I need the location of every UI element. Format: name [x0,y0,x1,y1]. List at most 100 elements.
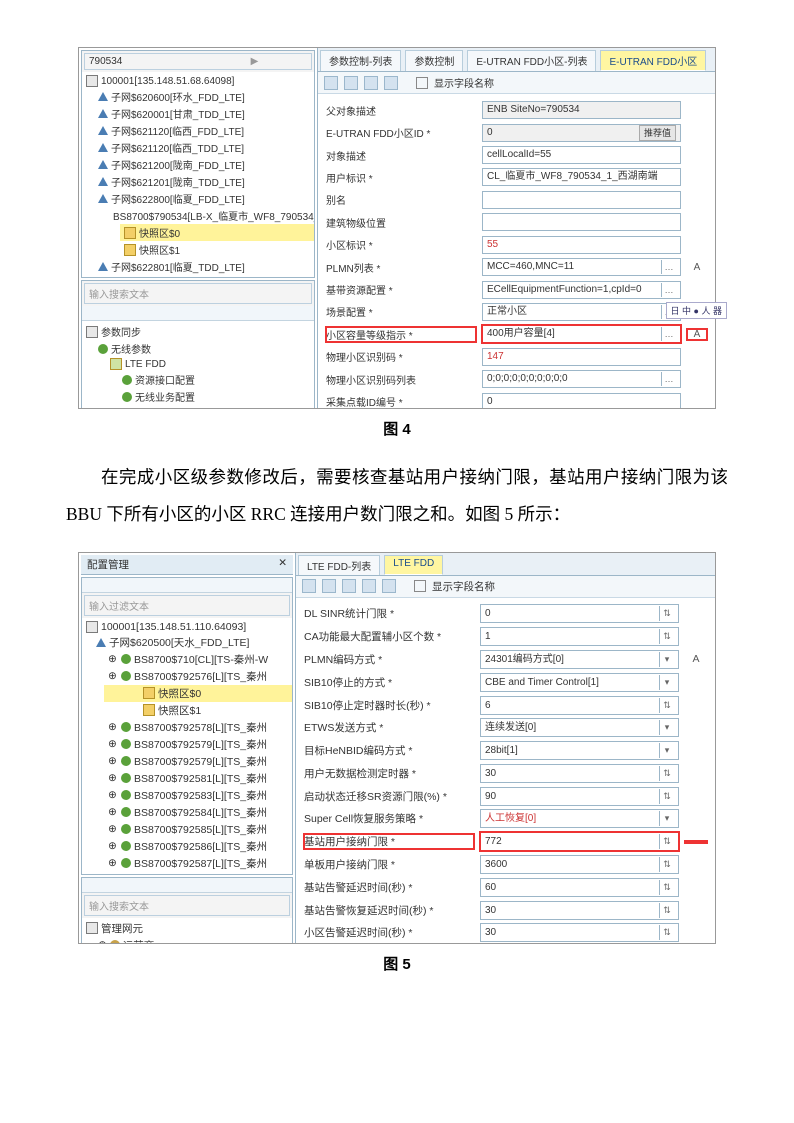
tree-bs[interactable]: ⊕BS8700$792581[L][TS_秦州 [104,770,292,787]
form-field[interactable]: MCC=460,MNC=11… [482,258,681,276]
tool-icon[interactable] [278,308,288,318]
dropdown-icon[interactable]: ▾ [659,720,674,735]
tree-node[interactable]: 子网$621201[陇南_TDD_LTE] [94,173,314,190]
tool-icon[interactable] [268,880,278,890]
tab[interactable]: 参数控制 [405,50,463,71]
dropdown-icon[interactable]: … [661,260,676,274]
tree-bs[interactable]: ⊕BS8700$792579[L][TS_秦州 [104,753,292,770]
param-leaf[interactable]: 附属信息处理 [118,405,314,409]
go-icon[interactable]: ▶ [198,54,311,69]
tree-node[interactable]: 子网$622801[临夏_TDD_LTE] [94,258,314,275]
recommend-button[interactable]: 推荐值 [639,125,676,141]
form-field[interactable]: ECellEquipmentFunction=1,cpId=0… [482,281,681,299]
tool-icon[interactable] [256,580,266,590]
form-field[interactable]: 24301编码方式[0]▾ [480,650,679,669]
spinner-icon[interactable]: ⇅ [659,606,674,621]
form-field[interactable]: 147 [482,348,681,366]
form-field[interactable]: cellLocalId=55 [482,146,681,164]
tree-bs[interactable]: ⊕BS8700$792585[L][TS_秦州 [104,821,292,838]
form-field[interactable]: 1⇅ [480,627,679,646]
form-field[interactable]: CL_临夏市_WF8_790534_1_西湖南端 [482,168,681,186]
tab[interactable]: E-UTRAN FDD小区-列表 [467,50,596,71]
tree-node[interactable]: 子网$620600[环水_FDD_LTE] [94,88,314,105]
spinner-icon[interactable]: ⇅ [659,629,674,644]
tool-icon[interactable] [364,76,378,90]
form-field[interactable] [482,213,681,231]
filter-input[interactable]: 输入过滤文本 [84,595,290,616]
tool-icon[interactable] [256,880,266,890]
tool-icon[interactable] [266,308,276,318]
tool-icon[interactable] [302,579,316,593]
form-field[interactable]: ENB SiteNo=790534 [482,101,681,119]
tab[interactable]: LTE FDD-列表 [298,555,380,575]
param-node[interactable]: LTE FDD [106,357,314,371]
search-input[interactable]: 输入搜索文本 [84,283,312,304]
tree-snapshot[interactable]: 快照区$0 [120,224,314,241]
spinner-icon[interactable]: ⇅ [659,698,674,713]
form-field[interactable]: 30⇅ [480,923,679,942]
form-field[interactable]: 0;0;0;0;0;0;0;0;0;0… [482,370,681,388]
tool-icon[interactable] [280,880,290,890]
checkbox-show-fieldnames[interactable] [416,77,428,89]
spinner-icon[interactable]: ⇅ [659,834,674,849]
form-field[interactable]: 400用户容量[4]… [482,325,681,343]
tool-icon[interactable] [268,580,278,590]
spinner-icon[interactable]: ⇅ [659,766,674,781]
form-field[interactable]: 人工恢复[0]▾ [480,809,679,828]
tab-active[interactable]: E-UTRAN FDD小区 [600,50,706,71]
dropdown-icon[interactable]: … [661,327,676,341]
tool-icon[interactable] [302,308,312,318]
dropdown-icon[interactable]: ▾ [659,811,674,826]
tree-node[interactable]: 子网$621120[临西_TDD_LTE] [94,139,314,156]
param-node[interactable]: ⊕运营商 [94,937,292,944]
param-leaf[interactable]: 无线业务配置 [118,388,314,405]
tool-icon[interactable] [244,580,254,590]
form-field[interactable]: 6⇅ [480,696,679,715]
tab-active[interactable]: LTE FDD [384,555,443,575]
form-field[interactable] [482,191,681,209]
param-leaf[interactable]: 资源接口配置 [118,371,314,388]
tree-node[interactable]: 子网$620001[甘肃_TDD_LTE] [94,105,314,122]
tree-node[interactable]: 子网$622800[临夏_FDD_LTE] [94,190,314,207]
form-field[interactable]: 30⇅ [480,764,679,783]
dropdown-icon[interactable]: … [661,372,676,386]
tree-bs[interactable]: ⊕BS8700$792586[L][TS_秦州 [104,838,292,855]
param-node[interactable]: 无线参数 [94,340,314,357]
tool-icon[interactable] [384,76,398,90]
param-root[interactable]: 管理网元 [82,920,292,937]
tree-snapshot[interactable]: 快照区$0 [104,685,292,702]
ime-toolbar[interactable]: 日 中 ● 人 器 [666,302,716,319]
tree-node[interactable]: 子网$621120[临西_FDD_LTE] [94,122,314,139]
dropdown-icon[interactable]: ▾ [659,675,674,690]
spinner-icon[interactable]: ⇅ [659,857,674,872]
tree-root[interactable]: 100001[135.148.51.68.64098] [82,74,314,88]
tree-root[interactable]: 100001[135.148.51.110.64093] [82,620,292,634]
tool-icon[interactable] [290,308,300,318]
search-input[interactable]: 输入搜索文本 [84,895,290,916]
tree-bs[interactable]: ⊕BS8700$792578[L][TS_秦州 [104,719,292,736]
spinner-icon[interactable]: ⇅ [659,880,674,895]
checkbox-show-fieldnames[interactable] [414,580,426,592]
tool-icon[interactable] [342,579,356,593]
dropdown-icon[interactable]: ▾ [659,652,674,667]
tree-node[interactable]: 子网$621200[陇南_FDD_LTE] [94,156,314,173]
spinner-icon[interactable]: ⇅ [659,789,674,804]
tool-icon[interactable] [280,580,290,590]
tool-icon[interactable] [324,76,338,90]
tool-icon[interactable] [382,579,396,593]
tool-icon[interactable] [244,880,254,890]
form-field[interactable]: 772⇅ [480,832,679,851]
spinner-icon[interactable]: ⇅ [659,903,674,918]
tree-snapshot[interactable]: 快照区$1 [120,241,314,258]
tab[interactable]: 参数控制-列表 [320,50,401,71]
form-field[interactable]: 3600⇅ [480,855,679,874]
tree-subnet[interactable]: 子网$620500[天水_FDD_LTE] [92,634,292,651]
tool-icon[interactable] [362,579,376,593]
tree-bs[interactable]: ⊕BS8700$792584[L][TS_秦州 [104,804,292,821]
dropdown-icon[interactable]: … [661,283,676,297]
dropdown-icon[interactable]: ▾ [659,743,674,758]
tree-bs[interactable]: ⊕BS8700$792576[L][TS_秦州 [104,668,292,685]
spinner-icon[interactable]: ⇅ [659,925,674,940]
tool-icon[interactable] [232,580,242,590]
tree-bs[interactable]: ⊕BS8700$792579[L][TS_秦州 [104,736,292,753]
